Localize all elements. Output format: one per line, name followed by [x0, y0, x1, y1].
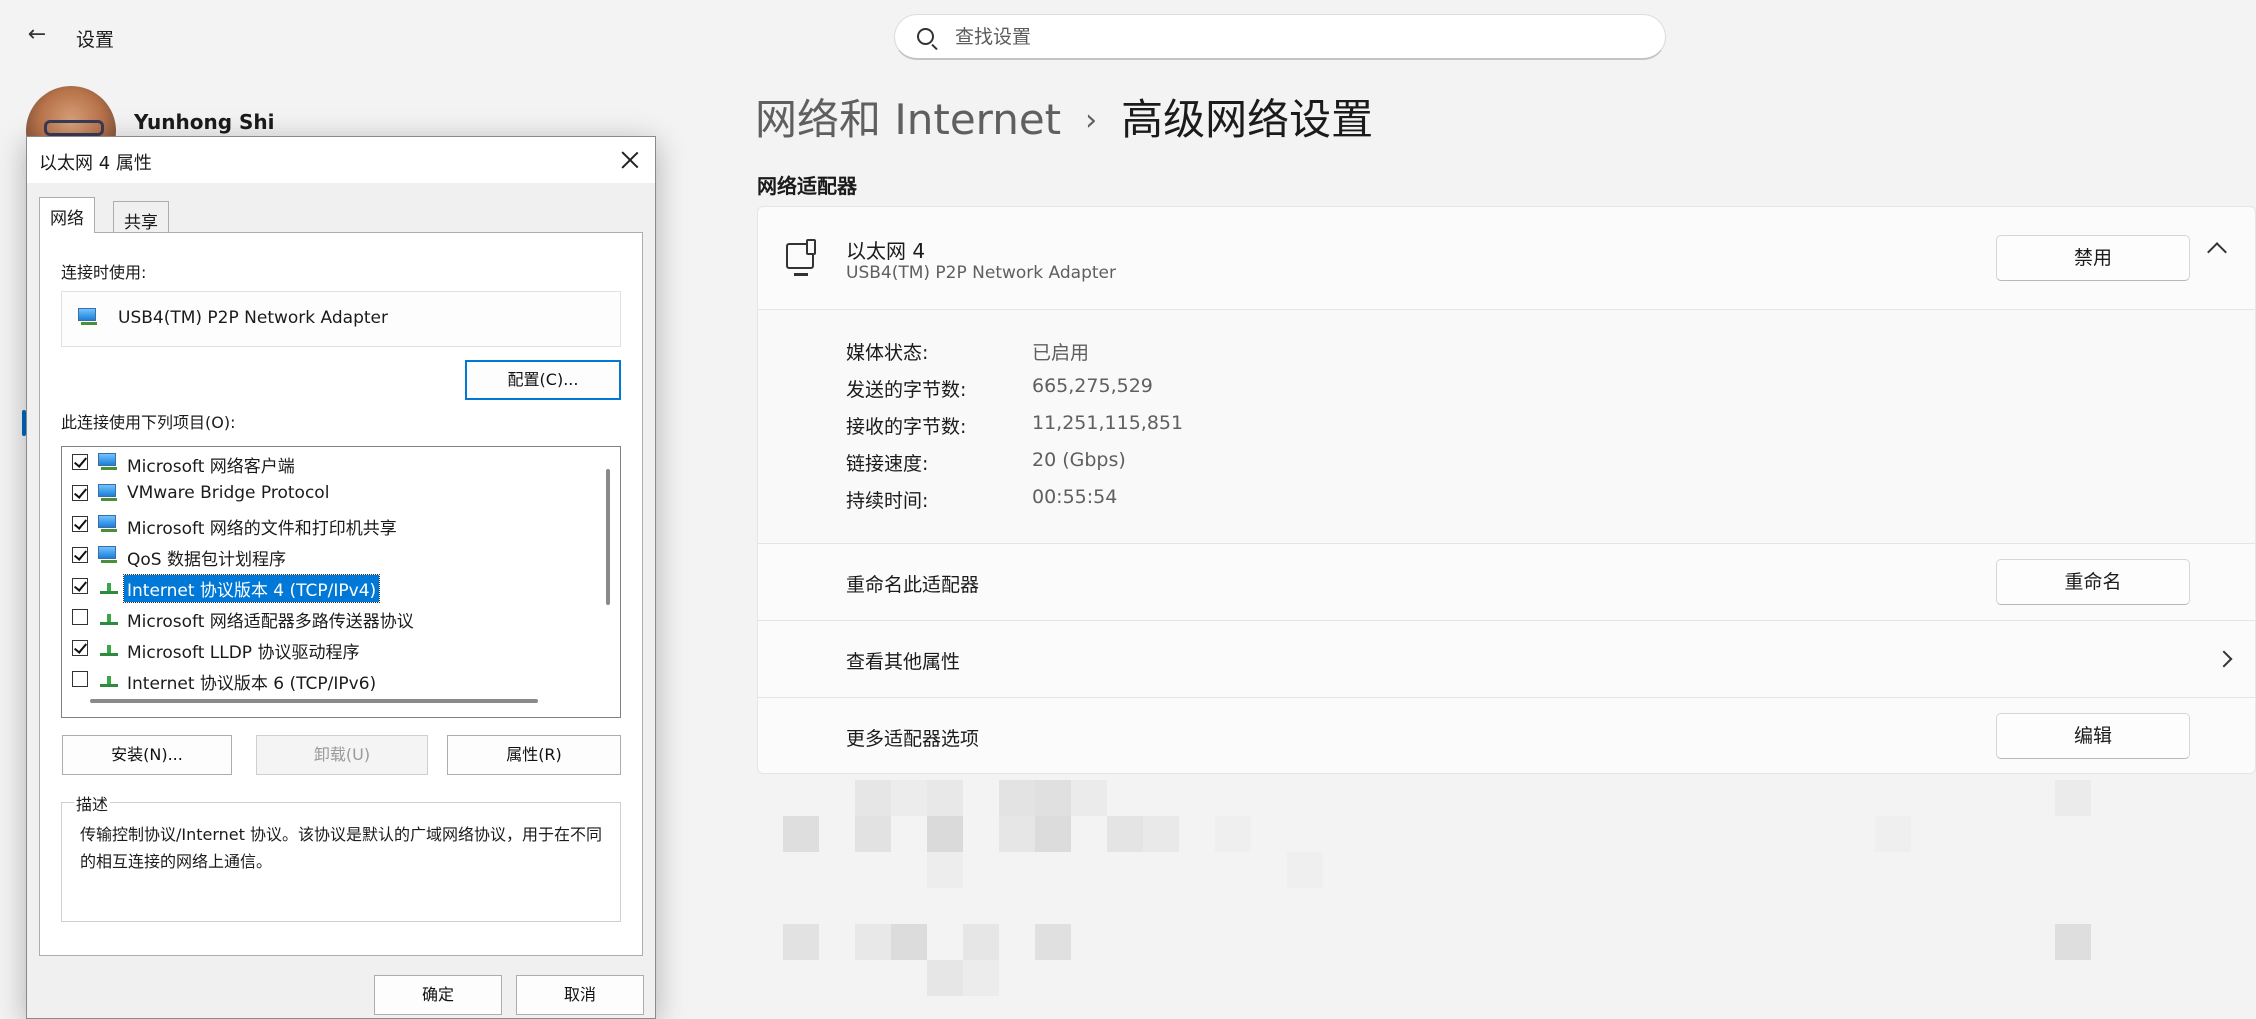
checkbox[interactable] — [72, 454, 88, 470]
list-item[interactable]: Microsoft 网络客户端 — [62, 447, 602, 477]
dialog-titlebar[interactable]: 以太网 4 属性 — [27, 137, 655, 183]
protocol-icon — [100, 583, 118, 594]
rename-button[interactable]: 重命名 — [1996, 559, 2190, 605]
rename-adapter-row: 重命名此适配器 重命名 — [757, 544, 2256, 621]
list-item[interactable]: QoS 数据包计划程序 — [62, 540, 602, 570]
list-item[interactable]: Internet 协议版本 6 (TCP/IPv6) — [62, 664, 602, 694]
list-item[interactable]: VMware Bridge Protocol — [62, 478, 602, 508]
list-item[interactable]: Microsoft LLDP 协议驱动程序 — [62, 633, 602, 663]
protocol-icon — [100, 676, 118, 687]
connect-using-adapter: USB4(TM) P2P Network Adapter — [61, 291, 621, 347]
checkbox[interactable] — [72, 516, 88, 532]
ok-button[interactable]: 确定 — [374, 975, 502, 1015]
network-adapter-icon — [78, 308, 100, 326]
breadcrumb-parent[interactable]: 网络和 Internet — [755, 95, 1061, 144]
breadcrumb-chevron-icon: › — [1085, 103, 1098, 138]
rename-adapter-label: 重命名此适配器 — [846, 574, 980, 596]
page-title: 高级网络设置 — [1121, 95, 1374, 144]
network-icon — [98, 453, 120, 471]
protocol-icon — [100, 614, 118, 625]
disable-button[interactable]: 禁用 — [1996, 235, 2190, 281]
horizontal-scrollbar[interactable] — [90, 699, 538, 703]
vertical-scrollbar[interactable] — [606, 469, 610, 605]
chevron-right-icon — [2215, 650, 2233, 668]
blurred-region — [745, 776, 2256, 1019]
adapter-card-header[interactable]: 以太网 4 USB4(TM) P2P Network Adapter 禁用 — [757, 206, 2256, 310]
checkbox[interactable] — [72, 640, 88, 656]
more-adapter-options-row: 更多适配器选项 编辑 — [757, 698, 2256, 774]
network-icon — [98, 515, 120, 533]
close-icon[interactable] — [617, 147, 643, 173]
cancel-button[interactable]: 取消 — [516, 975, 644, 1015]
install-button[interactable]: 安装(N)... — [62, 735, 232, 775]
protocol-icon — [100, 645, 118, 656]
list-item[interactable]: Microsoft 网络适配器多路传送器协议 — [62, 602, 602, 632]
search-icon — [917, 28, 934, 45]
search-input[interactable] — [955, 23, 1645, 51]
configure-button[interactable]: 配置(C)... — [465, 360, 621, 400]
items-label: 此连接使用下列项目(O): — [61, 413, 236, 432]
edit-button[interactable]: 编辑 — [1996, 713, 2190, 759]
adapter-description: USB4(TM) P2P Network Adapter — [846, 263, 1116, 283]
adapter-details: 媒体状态: 已启用 发送的字节数: 665,275,529 接收的字节数: 11,25… — [757, 310, 2256, 544]
back-arrow-icon[interactable]: ← — [22, 20, 52, 50]
tab-sharing[interactable]: 共享 — [113, 201, 169, 233]
adapter-name: 以太网 4 — [846, 239, 926, 263]
ethernet-plug-icon — [806, 239, 816, 255]
view-properties-row[interactable]: 查看其他属性 — [757, 621, 2256, 698]
list-item-selected[interactable]: Internet 协议版本 4 (TCP/IPv4) — [62, 571, 602, 603]
network-icon — [98, 546, 120, 564]
app-title: 设置 — [76, 29, 115, 51]
network-icon — [98, 484, 120, 502]
more-adapter-options-label: 更多适配器选项 — [846, 728, 980, 750]
section-title: 网络适配器 — [757, 174, 857, 198]
search-box[interactable] — [894, 14, 1666, 60]
connect-using-label: 连接时使用: — [61, 263, 147, 282]
checkbox[interactable] — [72, 547, 88, 563]
properties-button[interactable]: 属性(R) — [447, 735, 621, 775]
checkbox[interactable] — [72, 671, 88, 687]
adapter-properties-dialog: 以太网 4 属性 网络 共享 连接时使用: USB4(TM) P2P Netwo… — [26, 136, 656, 1019]
checkbox[interactable] — [72, 609, 88, 625]
uninstall-button[interactable]: 卸载(U) — [256, 735, 428, 775]
components-list[interactable]: Microsoft 网络客户端 VMware Bridge Protocol M… — [61, 446, 621, 718]
description-legend: 描述 — [74, 791, 111, 815]
tab-network[interactable]: 网络 — [39, 197, 95, 233]
checkbox[interactable] — [72, 578, 88, 594]
connect-using-adapter-name: USB4(TM) P2P Network Adapter — [118, 308, 388, 328]
description-text: 传输控制协议/Internet 协议。该协议是默认的广域网络协议，用于在不同的相… — [80, 825, 603, 871]
description-group: 描述 传输控制协议/Internet 协议。该协议是默认的广域网络协议，用于在不… — [61, 791, 621, 922]
checkbox[interactable] — [72, 485, 88, 501]
view-properties-label: 查看其他属性 — [846, 651, 961, 673]
breadcrumb: 网络和 Internet › 高级网络设置 — [755, 86, 1373, 147]
user-name: Yunhong Shi — [134, 110, 275, 134]
chevron-up-icon[interactable] — [2207, 242, 2227, 262]
list-item[interactable]: Microsoft 网络的文件和打印机共享 — [62, 509, 602, 539]
dialog-title: 以太网 4 属性 — [39, 153, 152, 174]
